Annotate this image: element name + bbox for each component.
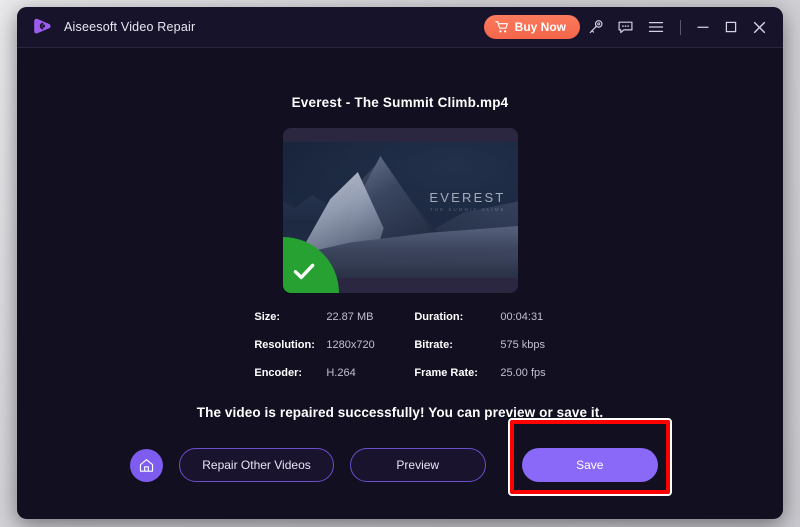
meta-label-framerate: Frame Rate: [414, 367, 478, 379]
repair-other-videos-label: Repair Other Videos [202, 458, 311, 472]
save-button-wrapper: Save [507, 418, 672, 496]
save-button[interactable]: Save [521, 448, 658, 482]
status-message: The video is repaired successfully! You … [196, 405, 604, 420]
buy-now-label: Buy Now [514, 20, 566, 34]
meta-label-encoder: Encoder: [254, 367, 303, 379]
meta-label-bitrate: Bitrate: [414, 339, 453, 351]
maximize-icon[interactable] [717, 13, 745, 41]
overlay-title: EVEREST [429, 190, 506, 205]
check-icon [292, 261, 316, 283]
file-title: Everest - The Summit Climb.mp4 [291, 95, 509, 110]
hamburger-menu-icon[interactable] [640, 12, 672, 42]
video-metadata: Size: 22.87 MB Duration: 00:04:31 Resolu… [254, 311, 545, 379]
video-thumbnail: EVEREST THE SUMMIT CLIMB [282, 128, 518, 293]
titlebar-divider [680, 19, 681, 35]
application-window: Aiseesoft Video Repair Buy Now Everest -… [17, 7, 783, 519]
titlebar-controls: Buy Now [483, 12, 773, 42]
meta-label-duration: Duration: [414, 311, 464, 323]
preview-label: Preview [396, 458, 440, 472]
minimize-icon[interactable] [689, 13, 717, 41]
meta-value-resolution: 1280x720 [326, 339, 375, 351]
cart-icon [494, 20, 509, 34]
meta-value-duration: 00:04:31 [500, 311, 544, 323]
app-title: Aiseesoft Video Repair [64, 20, 196, 34]
meta-label-size: Size: [254, 311, 281, 323]
meta-value-encoder: H.264 [326, 367, 356, 379]
title-bar: Aiseesoft Video Repair Buy Now [17, 7, 783, 48]
meta-value-bitrate: 575 kbps [500, 339, 546, 351]
action-bar: Repair Other Videos Preview Save [130, 418, 672, 496]
meta-value-size: 22.87 MB [326, 311, 374, 323]
repair-other-videos-button[interactable]: Repair Other Videos [179, 448, 334, 482]
play-logo-icon [31, 16, 53, 38]
buy-now-button[interactable]: Buy Now [483, 15, 580, 39]
meta-label-resolution: Resolution: [254, 339, 315, 351]
close-icon[interactable] [745, 13, 773, 41]
main-content: Everest - The Summit Climb.mp4 EVEREST T… [17, 48, 783, 518]
meta-value-framerate: 25.00 fps [500, 367, 546, 379]
preview-button[interactable]: Preview [349, 448, 486, 482]
feedback-icon[interactable] [610, 12, 640, 42]
desktop-background: Aiseesoft Video Repair Buy Now Everest -… [0, 0, 800, 527]
home-button[interactable] [130, 448, 164, 482]
save-label: Save [576, 458, 604, 472]
key-icon[interactable] [580, 12, 610, 42]
home-icon [138, 457, 155, 474]
